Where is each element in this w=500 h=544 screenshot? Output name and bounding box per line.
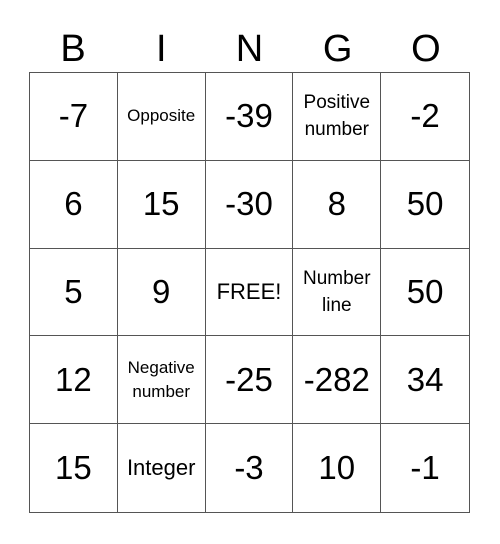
header-letter: N <box>235 28 264 70</box>
cell-text: 50 <box>406 185 444 223</box>
bingo-cell[interactable]: Positive number <box>293 73 382 161</box>
bingo-cell[interactable]: -1 <box>381 424 469 512</box>
bingo-cell[interactable]: 12 <box>30 336 118 425</box>
cell-text: 12 <box>55 360 92 398</box>
header-letter: B <box>60 28 86 70</box>
cell-text: FREE! <box>216 278 282 304</box>
cell-text: 5 <box>64 272 83 310</box>
cell-text: Positive number <box>303 92 371 141</box>
bingo-cell[interactable]: Negative number <box>117 336 206 425</box>
bingo-cell[interactable]: 8 <box>293 160 382 249</box>
bingo-cell[interactable]: -2 <box>381 73 469 161</box>
bingo-cell[interactable]: 9 <box>117 248 206 337</box>
cell-text: 9 <box>152 272 171 310</box>
bingo-cell[interactable]: Number line <box>293 248 382 337</box>
cell-text: Opposite <box>127 106 196 126</box>
cell-text: 15 <box>55 449 92 487</box>
bingo-cell[interactable]: 15 <box>30 424 118 512</box>
bingo-cell[interactable]: Integer <box>118 424 206 512</box>
bingo-cell[interactable]: -25 <box>205 336 294 425</box>
cell-text: -3 <box>234 449 264 487</box>
cell-text: Negative number <box>127 357 195 401</box>
cell-text: 15 <box>142 185 180 223</box>
cell-text: -282 <box>303 360 370 398</box>
header-letter: I <box>156 28 167 70</box>
bingo-cell[interactable]: -3 <box>206 424 294 512</box>
cell-text: -39 <box>225 97 273 135</box>
header-letter: O <box>411 28 441 70</box>
cell-text: 34 <box>406 360 444 398</box>
bingo-cell[interactable]: -39 <box>205 73 294 161</box>
bingo-cell[interactable]: -30 <box>205 160 294 249</box>
bingo-header: B I N G O <box>29 26 470 72</box>
bingo-cell[interactable]: -7 <box>30 73 118 161</box>
bingo-cell[interactable]: 50 <box>381 249 469 337</box>
bingo-cell[interactable]: 5 <box>30 248 118 337</box>
cell-text: 10 <box>318 449 356 487</box>
free-space-cell[interactable]: FREE! <box>205 248 294 337</box>
bingo-cell[interactable]: -282 <box>293 336 382 425</box>
cell-text: 50 <box>406 272 444 310</box>
bingo-cell[interactable]: 50 <box>381 161 469 249</box>
cell-text: -1 <box>410 449 440 487</box>
bingo-grid: -7 Opposite -39 Positive number -2 6 15 -30 8 50 5… <box>29 72 470 513</box>
header-letter: G <box>322 28 353 70</box>
cell-text: Number line <box>303 267 371 316</box>
cell-text: -30 <box>225 185 273 223</box>
bingo-cell[interactable]: 34 <box>381 336 469 425</box>
cell-text: -2 <box>410 97 440 135</box>
cell-text: 6 <box>64 185 83 223</box>
cell-text: -7 <box>58 97 89 135</box>
bingo-cell[interactable]: 10 <box>293 424 382 512</box>
cell-text: -25 <box>225 360 273 398</box>
bingo-cell[interactable]: 15 <box>117 160 206 249</box>
bingo-cell[interactable]: Opposite <box>117 73 206 161</box>
cell-text: 8 <box>327 185 346 223</box>
cell-text: Integer <box>126 455 196 481</box>
bingo-cell[interactable]: 6 <box>30 160 118 249</box>
